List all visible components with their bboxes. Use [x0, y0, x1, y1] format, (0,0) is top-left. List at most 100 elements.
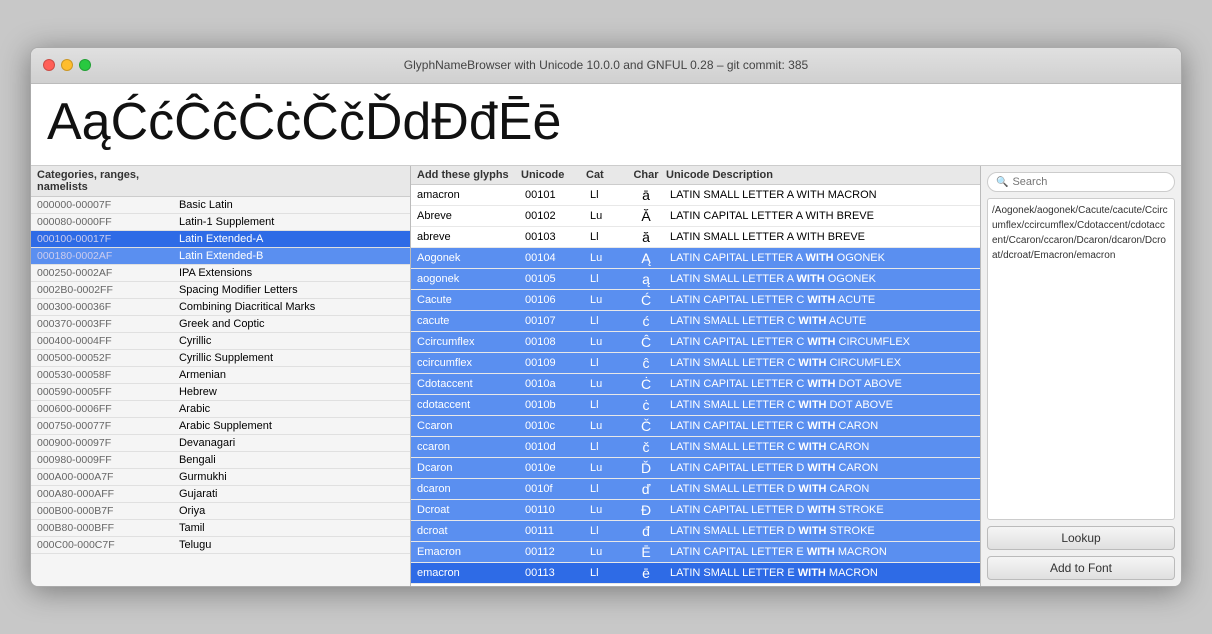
table-row[interactable]: 000A00-000A7FGurmukhi — [31, 469, 410, 486]
category-range: 000600-0006FF — [31, 401, 173, 418]
table-row[interactable]: 000100-00017FLatin Extended-A — [31, 231, 410, 248]
table-row[interactable]: Aogonek00104LuĄLATIN CAPITAL LETTER A WI… — [411, 248, 980, 269]
table-row[interactable]: cdotaccent0010bLlċLATIN SMALL LETTER C W… — [411, 395, 980, 416]
category-range: 000A80-000AFF — [31, 486, 173, 503]
table-row[interactable]: 000750-00077FArabic Supplement — [31, 418, 410, 435]
glyph-table: amacron00101LlāLATIN SMALL LETTER A WITH… — [411, 185, 980, 586]
table-row[interactable]: 000370-0003FFGreek and Coptic — [31, 316, 410, 333]
glyph-character: Ć — [626, 290, 666, 311]
glyph-unicode: 0010f — [521, 479, 586, 500]
table-row[interactable]: 000180-0002AFLatin Extended-B — [31, 248, 410, 265]
category-name: Arabic Supplement — [173, 418, 410, 435]
glyph-character: ā — [626, 185, 666, 206]
col-header-desc: Unicode Description — [666, 169, 980, 181]
glyph-description: LATIN CAPITAL LETTER E WITH BREVE — [666, 584, 980, 587]
glyph-unicode: 00104 — [521, 248, 586, 269]
table-row[interactable]: Abreve00102LuĂLATIN CAPITAL LETTER A WIT… — [411, 206, 980, 227]
glyph-table-panel[interactable]: Add these glyphs Unicode Cat Char Unicod… — [411, 166, 981, 586]
categories-table: 000000-00007FBasic Latin000080-0000FFLat… — [31, 197, 410, 554]
table-row[interactable]: 0002B0-0002FFSpacing Modifier Letters — [31, 282, 410, 299]
table-row[interactable]: 000080-0000FFLatin-1 Supplement — [31, 214, 410, 231]
glyph-unicode: 00108 — [521, 332, 586, 353]
table-row[interactable]: ccaron0010dLlčLATIN SMALL LETTER C WITH … — [411, 437, 980, 458]
category-range: 000400-0004FF — [31, 333, 173, 350]
category-name: Tamil — [173, 520, 410, 537]
search-input[interactable] — [1012, 176, 1166, 188]
category-name: Armenian — [173, 367, 410, 384]
table-row[interactable]: 000980-0009FFBengali — [31, 452, 410, 469]
table-row[interactable]: Emacron00112LuĒLATIN CAPITAL LETTER E WI… — [411, 542, 980, 563]
table-row[interactable]: 000590-0005FFHebrew — [31, 384, 410, 401]
glyph-name: aogonek — [411, 269, 521, 290]
table-row[interactable]: amacron00101LlāLATIN SMALL LETTER A WITH… — [411, 185, 980, 206]
table-row[interactable]: 000900-00097FDevanagari — [31, 435, 410, 452]
glyph-name: Cacute — [411, 290, 521, 311]
table-row[interactable]: ccircumflex00109LlĉLATIN SMALL LETTER C … — [411, 353, 980, 374]
glyph-name: Abreve — [411, 206, 521, 227]
glyph-character: Ĕ — [626, 584, 666, 587]
glyph-name: ccaron — [411, 437, 521, 458]
glyph-category: Lu — [586, 206, 626, 227]
info-text: /Aogonek/aogonek/Cacute/cacute/Ccircumfl… — [987, 198, 1175, 520]
table-row[interactable]: 000C00-000C7FTelugu — [31, 537, 410, 554]
minimize-button[interactable] — [61, 59, 73, 71]
category-range: 000590-0005FF — [31, 384, 173, 401]
glyph-description: LATIN SMALL LETTER C WITH CARON — [666, 437, 980, 458]
glyph-category: Ll — [586, 353, 626, 374]
table-row[interactable]: 000400-0004FFCyrillic — [31, 333, 410, 350]
table-row[interactable]: Dcaron0010eLuĎLATIN CAPITAL LETTER D WIT… — [411, 458, 980, 479]
glyph-unicode: 0010e — [521, 458, 586, 479]
categories-panel[interactable]: Categories, ranges, namelists 000000-000… — [31, 166, 411, 586]
glyph-character: ċ — [626, 395, 666, 416]
lookup-button[interactable]: Lookup — [987, 526, 1175, 550]
glyph-unicode: 00103 — [521, 227, 586, 248]
glyph-category: Ll — [586, 563, 626, 584]
table-row[interactable]: Ebreve00114LuĔLATIN CAPITAL LETTER E WIT… — [411, 584, 980, 587]
table-row[interactable]: Ccaron0010cLuČLATIN CAPITAL LETTER C WIT… — [411, 416, 980, 437]
glyph-name: Ccircumflex — [411, 332, 521, 353]
glyph-description: LATIN CAPITAL LETTER C WITH CARON — [666, 416, 980, 437]
glyph-description: LATIN CAPITAL LETTER A WITH OGONEK — [666, 248, 980, 269]
table-row[interactable]: 000B80-000BFFTamil — [31, 520, 410, 537]
glyph-description: LATIN SMALL LETTER A WITH MACRON — [666, 185, 980, 206]
glyph-description: LATIN CAPITAL LETTER D WITH STROKE — [666, 500, 980, 521]
category-name: Hebrew — [173, 384, 410, 401]
table-row[interactable]: cacute00107LlćLATIN SMALL LETTER C WITH … — [411, 311, 980, 332]
search-icon: 🔍 — [996, 177, 1008, 188]
table-row[interactable]: Cdotaccent0010aLuĊLATIN CAPITAL LETTER C… — [411, 374, 980, 395]
glyph-character: Ď — [626, 458, 666, 479]
table-row[interactable]: aogonek00105LląLATIN SMALL LETTER A WITH… — [411, 269, 980, 290]
traffic-lights — [43, 59, 91, 71]
table-row[interactable]: 000530-00058FArmenian — [31, 367, 410, 384]
table-row[interactable]: 000600-0006FFArabic — [31, 401, 410, 418]
glyph-name: dcroat — [411, 521, 521, 542]
table-row[interactable]: Cacute00106LuĆLATIN CAPITAL LETTER C WIT… — [411, 290, 980, 311]
add-to-font-button[interactable]: Add to Font — [987, 556, 1175, 580]
table-row[interactable]: dcroat00111LlđLATIN SMALL LETTER D WITH … — [411, 521, 980, 542]
glyph-name: ccircumflex — [411, 353, 521, 374]
glyph-unicode: 0010d — [521, 437, 586, 458]
table-row[interactable]: dcaron0010fLlďLATIN SMALL LETTER D WITH … — [411, 479, 980, 500]
table-row[interactable]: Ccircumflex00108LuĈLATIN CAPITAL LETTER … — [411, 332, 980, 353]
close-button[interactable] — [43, 59, 55, 71]
table-row[interactable]: 000B00-000B7FOriya — [31, 503, 410, 520]
category-range: 000370-0003FF — [31, 316, 173, 333]
table-row[interactable]: 000300-00036FCombining Diacritical Marks — [31, 299, 410, 316]
col-header-unicode: Unicode — [521, 169, 586, 181]
category-range: 000C00-000C7F — [31, 537, 173, 554]
table-row[interactable]: abreve00103LlăLATIN SMALL LETTER A WITH … — [411, 227, 980, 248]
table-row[interactable]: 000500-00052FCyrillic Supplement — [31, 350, 410, 367]
glyph-description: LATIN SMALL LETTER C WITH ACUTE — [666, 311, 980, 332]
category-name: Combining Diacritical Marks — [173, 299, 410, 316]
glyph-name: Emacron — [411, 542, 521, 563]
table-row[interactable]: 000A80-000AFFGujarati — [31, 486, 410, 503]
table-row[interactable]: 000000-00007FBasic Latin — [31, 197, 410, 214]
glyph-character: ą — [626, 269, 666, 290]
table-row[interactable]: Dcroat00110LuĐLATIN CAPITAL LETTER D WIT… — [411, 500, 980, 521]
search-box[interactable]: 🔍 — [987, 172, 1175, 192]
table-row[interactable]: emacron00113LlēLATIN SMALL LETTER E WITH… — [411, 563, 980, 584]
glyph-name: cdotaccent — [411, 395, 521, 416]
glyph-category: Ll — [586, 185, 626, 206]
maximize-button[interactable] — [79, 59, 91, 71]
table-row[interactable]: 000250-0002AFIPA Extensions — [31, 265, 410, 282]
